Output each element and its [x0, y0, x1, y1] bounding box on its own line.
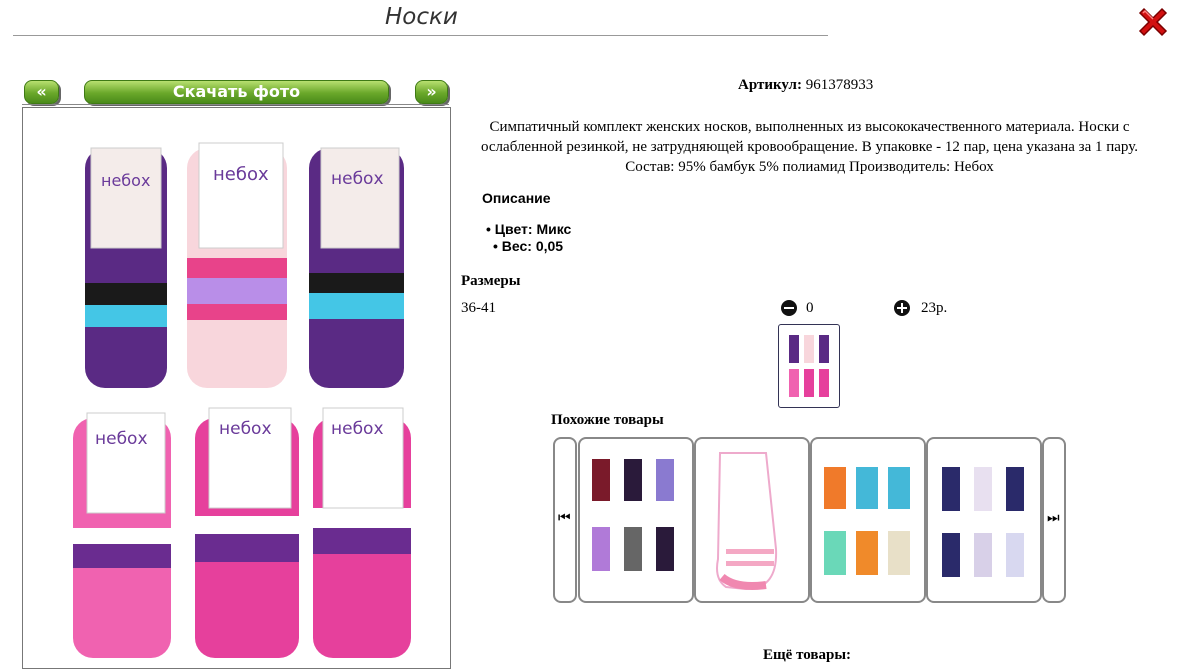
quantity-value: 0	[806, 300, 814, 316]
title-divider	[13, 35, 828, 36]
sizes-heading: Размеры	[461, 273, 521, 289]
download-photo-button[interactable]: Скачать фото	[84, 80, 389, 104]
svg-text:небох: небох	[213, 164, 269, 185]
similar-next-button[interactable]: ⏭	[1042, 437, 1066, 603]
features-heading: Описание	[482, 190, 551, 206]
quantity-minus-icon[interactable]	[781, 300, 797, 316]
more-products-heading: Ещё товары:	[763, 647, 852, 663]
skip-back-icon: ⏮	[558, 511, 571, 526]
photo-thumbnail[interactable]	[778, 324, 840, 408]
article-label: Артикул:	[738, 77, 802, 93]
size-price: 23р.	[921, 300, 948, 316]
previous-photo-button[interactable]: «	[24, 80, 59, 104]
close-icon[interactable]	[1136, 5, 1170, 39]
feature-item-color: • Цвет: Микс	[486, 221, 572, 237]
svg-text:небох: небох	[331, 419, 384, 439]
similar-product-card[interactable]	[926, 437, 1042, 603]
svg-text:небох: небох	[101, 171, 150, 190]
size-value: 36-41	[461, 300, 496, 316]
article-line: Артикул: 961378933	[738, 77, 873, 94]
product-description: Симпатичный комплект женских носков, вып…	[481, 119, 1138, 175]
next-photo-button[interactable]: »	[415, 80, 448, 104]
product-photo[interactable]: небох небох небох небох небох небох	[22, 107, 451, 669]
page-title: Носки	[385, 4, 458, 30]
svg-text:небох: небох	[331, 169, 384, 189]
similar-product-card[interactable]	[694, 437, 810, 603]
similar-product-card[interactable]	[810, 437, 926, 603]
quantity-plus-icon[interactable]	[894, 300, 910, 316]
skip-forward-icon: ⏭	[1047, 511, 1060, 526]
similar-prev-button[interactable]: ⏮	[553, 437, 577, 603]
gallery-divider	[22, 104, 449, 105]
feature-item-weight: • Вес: 0,05	[493, 238, 564, 254]
article-value: 961378933	[805, 77, 874, 93]
similar-product-card[interactable]	[578, 437, 694, 603]
svg-text:небох: небох	[95, 429, 148, 449]
similar-heading: Похожие товары	[551, 412, 664, 428]
svg-text:небох: небох	[219, 419, 272, 439]
